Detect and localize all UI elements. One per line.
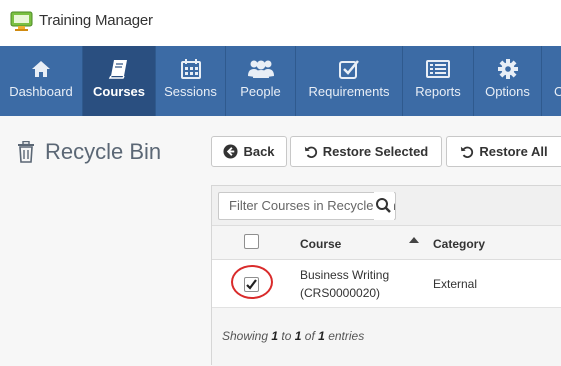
- calendar-icon: [180, 58, 202, 80]
- of-word: of: [304, 329, 315, 343]
- showing-from: 1: [271, 329, 279, 343]
- nav-courses[interactable]: Courses: [83, 46, 156, 116]
- checkbox-icon: [338, 58, 360, 80]
- app-logo-icon: [10, 11, 33, 31]
- app-title: Training Manager: [39, 12, 153, 29]
- course-cell: Business Writing (CRS0000020): [300, 266, 389, 302]
- page-title-text: Recycle Bin: [45, 139, 162, 164]
- nav-sessions-label: Sessions: [164, 84, 217, 99]
- back-button[interactable]: Back: [211, 136, 287, 167]
- report-icon: [426, 58, 450, 80]
- pagination-info: Showing 1 to 1 of 1 entries: [222, 329, 364, 343]
- back-arrow-icon: [223, 144, 238, 159]
- nav-options[interactable]: Options: [474, 46, 542, 116]
- nav-options-label: Options: [485, 84, 530, 99]
- restore-all-button[interactable]: Restore All: [446, 136, 561, 167]
- to-word: to: [281, 329, 292, 343]
- entries-word: entries: [328, 329, 365, 343]
- restore-selected-label: Restore Selected: [322, 144, 429, 159]
- book-icon: [108, 58, 130, 80]
- filter-input[interactable]: Filter Courses in Recycle Bin: [218, 192, 396, 220]
- title-bar: Training Manager: [0, 0, 561, 46]
- column-header-category[interactable]: Category: [433, 237, 485, 251]
- showing-word: Showing: [222, 329, 269, 343]
- course-code: (CRS0000020): [300, 286, 381, 300]
- nav-requirements[interactable]: Requirements: [296, 46, 403, 116]
- category-cell: External: [433, 277, 478, 291]
- table-footer: Showing 1 to 1 of 1 entries: [212, 308, 561, 366]
- select-all-checkbox[interactable]: [244, 234, 259, 249]
- column-header-course[interactable]: Course: [300, 237, 341, 251]
- nav-more[interactable]: C: [542, 46, 561, 116]
- showing-total: 1: [318, 329, 325, 343]
- page-title: Recycle Bin: [17, 139, 161, 165]
- nav-reports-label: Reports: [415, 84, 461, 99]
- nav-more-label: C: [554, 84, 561, 99]
- sort-ascending-icon[interactable]: [409, 237, 419, 243]
- home-icon: [30, 58, 52, 80]
- showing-to: 1: [294, 329, 302, 343]
- table-header: Course Category: [212, 226, 561, 260]
- restore-icon: [461, 146, 474, 158]
- nav-dashboard-label: Dashboard: [9, 84, 73, 99]
- trash-icon: [18, 141, 34, 163]
- gear-icon: [497, 58, 519, 80]
- main-nav: Dashboard Courses Sessions People Requir…: [0, 46, 561, 116]
- nav-requirements-label: Requirements: [308, 84, 390, 99]
- restore-icon: [304, 146, 317, 158]
- nav-reports[interactable]: Reports: [403, 46, 474, 116]
- table-filter-bar: Filter Courses in Recycle Bin: [212, 186, 561, 226]
- nav-sessions[interactable]: Sessions: [156, 46, 226, 116]
- restore-all-label: Restore All: [479, 144, 548, 159]
- back-button-label: Back: [243, 144, 275, 159]
- nav-dashboard[interactable]: Dashboard: [0, 46, 83, 116]
- search-icon[interactable]: [374, 192, 394, 220]
- course-name: Business Writing: [300, 268, 390, 282]
- highlight-circle-annotation: [231, 265, 273, 299]
- nav-people[interactable]: People: [226, 46, 296, 116]
- nav-courses-label: Courses: [92, 84, 146, 99]
- restore-selected-button[interactable]: Restore Selected: [290, 136, 442, 167]
- people-icon: [247, 58, 275, 80]
- nav-people-label: People: [240, 84, 281, 99]
